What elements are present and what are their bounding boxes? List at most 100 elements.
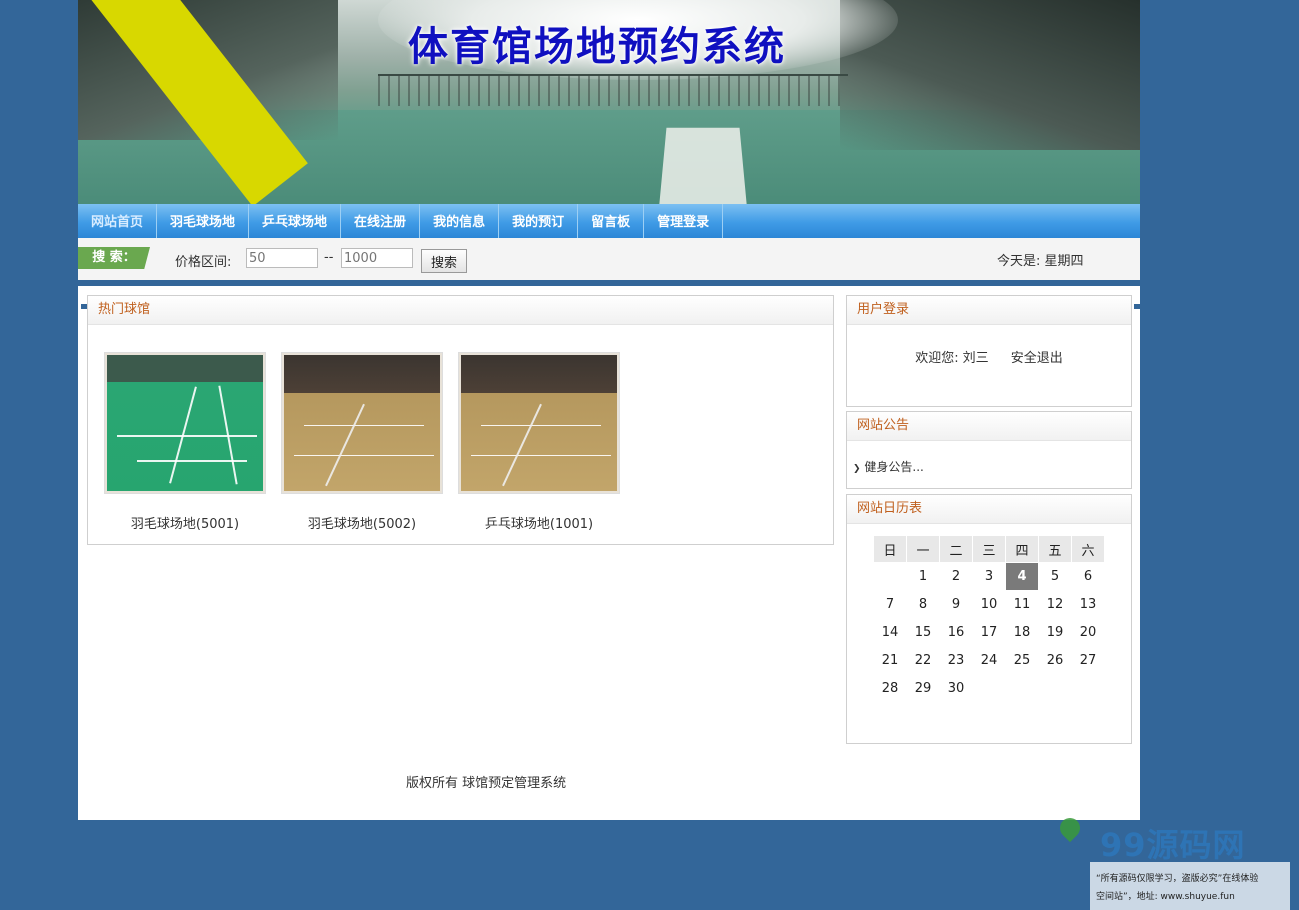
- notice-link[interactable]: 健身公告...: [864, 460, 923, 474]
- panel-title: 网站日历表: [847, 495, 1131, 524]
- calendar-day[interactable]: 15: [907, 619, 939, 646]
- calendar-day[interactable]: 20: [1072, 619, 1104, 646]
- calendar-day[interactable]: 4: [1006, 563, 1038, 590]
- calendar-day[interactable]: 29: [907, 675, 939, 702]
- notice-item[interactable]: ❯ 健身公告...: [853, 458, 1131, 475]
- weekday-header: 四: [1006, 536, 1038, 562]
- calendar-weekday-row: 日 一 二 三 四 五 六: [874, 536, 1104, 562]
- site-title: 体育馆场地预约系统: [408, 24, 786, 70]
- calendar-empty-cell: [1006, 675, 1038, 702]
- calendar-empty-cell: [1072, 675, 1104, 702]
- calendar-day[interactable]: 13: [1072, 591, 1104, 618]
- search-button[interactable]: 搜索: [421, 249, 467, 273]
- calendar-day[interactable]: 18: [1006, 619, 1038, 646]
- court-card[interactable]: 乒乓球场地(1001): [459, 353, 619, 532]
- edge-marker-right: [1134, 304, 1140, 309]
- calendar-day[interactable]: 2: [940, 563, 972, 590]
- nav-item-my-info[interactable]: 我的信息: [420, 204, 500, 238]
- panel-title: 网站公告: [847, 412, 1131, 441]
- calendar-empty-cell: [1039, 675, 1071, 702]
- court-name[interactable]: 乒乓球场地(1001): [459, 513, 619, 532]
- nav-item-register[interactable]: 在线注册: [341, 204, 421, 238]
- calendar-day[interactable]: 6: [1072, 563, 1104, 590]
- range-dash: --: [324, 250, 334, 265]
- calendar-day[interactable]: 3: [973, 563, 1005, 590]
- calendar-day[interactable]: 23: [940, 647, 972, 674]
- divider: [78, 280, 1140, 286]
- calendar-day[interactable]: 27: [1072, 647, 1104, 674]
- calendar-day[interactable]: 11: [1006, 591, 1038, 618]
- calendar-week-row: 14 15 16 17 18 19 20: [874, 619, 1104, 646]
- calendar-week-row: 123456: [874, 563, 1104, 590]
- main-nav: 网站首页 羽毛球场地 乒乓球场地 在线注册 我的信息 我的预订 留言板 管理登录: [78, 204, 1140, 238]
- welcome-label: 欢迎您:: [915, 351, 959, 366]
- calendar-empty-cell: [874, 563, 906, 590]
- price-min-input[interactable]: [246, 248, 318, 268]
- calendar-day[interactable]: 22: [907, 647, 939, 674]
- nav-item-my-bookings[interactable]: 我的预订: [499, 204, 579, 238]
- nav-item-badminton[interactable]: 羽毛球场地: [157, 204, 250, 238]
- court-thumbnail[interactable]: [105, 353, 265, 493]
- court-name[interactable]: 羽毛球场地(5002): [282, 513, 442, 532]
- court-card[interactable]: 羽毛球场地(5001): [105, 353, 265, 532]
- calendar-day[interactable]: 26: [1039, 647, 1071, 674]
- header-banner: 体育馆场地预约系统: [78, 0, 1140, 204]
- watermark-logo: 99源码网: [1100, 826, 1246, 864]
- calendar-day[interactable]: 30: [940, 675, 972, 702]
- calendar-day[interactable]: 17: [973, 619, 1005, 646]
- court-thumbnail[interactable]: [282, 353, 442, 493]
- court-card[interactable]: 羽毛球场地(5002): [282, 353, 442, 532]
- calendar-day[interactable]: 24: [973, 647, 1005, 674]
- calendar-day[interactable]: 21: [874, 647, 906, 674]
- calendar-day[interactable]: 25: [1006, 647, 1038, 674]
- calendar-day[interactable]: 10: [973, 591, 1005, 618]
- calendar-empty-cell: [973, 675, 1005, 702]
- today-weekday: 今天是: 星期四: [997, 254, 1084, 269]
- court-thumbnail[interactable]: [459, 353, 619, 493]
- calendar-day[interactable]: 8: [907, 591, 939, 618]
- calendar-week-row: 7 8 9 10 11 12 13: [874, 591, 1104, 618]
- calendar-day[interactable]: 28: [874, 675, 906, 702]
- price-range-label: 价格区间:: [175, 255, 232, 270]
- calendar-panel: 网站日历表 日 一 二 三 四 五 六 1 2 3 4 5 6 7 8 9 10 11 12 13 14 1…: [846, 494, 1132, 744]
- calendar-day[interactable]: 7: [874, 591, 906, 618]
- calendar-day[interactable]: 1: [907, 563, 939, 590]
- price-max-input[interactable]: [341, 248, 413, 268]
- calendar-day[interactable]: 5: [1039, 563, 1071, 590]
- site-notice-panel: 网站公告 ❯ 健身公告...: [846, 411, 1132, 489]
- nav-item-message-board[interactable]: 留言板: [578, 204, 645, 238]
- weekday-header: 二: [940, 536, 972, 562]
- calendar-day[interactable]: 14: [874, 619, 906, 646]
- logout-link[interactable]: 安全退出: [1011, 351, 1063, 366]
- calendar-day[interactable]: 9: [940, 591, 972, 618]
- login-status: 欢迎您: 刘三 安全退出: [847, 347, 1131, 366]
- watermark-line: 空间站”，地址: www.shuyue.fun: [1096, 892, 1235, 902]
- weekday-header: 三: [973, 536, 1005, 562]
- nav-item-admin-login[interactable]: 管理登录: [644, 204, 724, 238]
- calendar-day[interactable]: 16: [940, 619, 972, 646]
- calendar-week-row: 21 22 23 24 25 26 27: [874, 647, 1104, 674]
- watermark-box: “所有源码仅限学习，盗版必究”在线体验 空间站”，地址: www.shuyue.…: [1090, 862, 1290, 910]
- weekday-header: 六: [1072, 536, 1104, 562]
- weekday-header: 一: [907, 536, 939, 562]
- panel-title: 用户登录: [847, 296, 1131, 325]
- search-tag: 搜 索：: [78, 247, 150, 269]
- footer-copyright: 版权所有 球馆预定管理系统: [406, 776, 567, 791]
- page-container: 体育馆场地预约系统 网站首页 羽毛球场地 乒乓球场地 在线注册 我的信息 我的预…: [78, 0, 1140, 820]
- weekday-header: 日: [874, 536, 906, 562]
- user-login-panel: 用户登录 欢迎您: 刘三 安全退出: [846, 295, 1132, 407]
- watermark-line: “所有源码仅限学习，盗版必究”在线体验: [1096, 874, 1259, 884]
- nav-item-home[interactable]: 网站首页: [78, 204, 158, 238]
- calendar-table: 日 一 二 三 四 五 六 1 2 3 4 5 6 7 8 9 10 11 12 13 14 15 16 17 1…: [873, 535, 1105, 703]
- calendar-day[interactable]: 19: [1039, 619, 1071, 646]
- weekday-header: 五: [1039, 536, 1071, 562]
- court-name[interactable]: 羽毛球场地(5001): [105, 513, 265, 532]
- hot-courts-panel: 热门球馆 羽毛球场地(5001) 羽毛球场地(5002) 乒乓球场地(1001): [87, 295, 834, 545]
- calendar-week-row: 28 29 30: [874, 675, 1104, 702]
- panel-title: 热门球馆: [88, 296, 833, 325]
- bullet-arrow-icon: ❯: [853, 464, 861, 474]
- search-bar: 搜 索： 价格区间: -- 搜索 今天是: 星期四: [78, 238, 1140, 280]
- nav-item-pingpong[interactable]: 乒乓球场地: [249, 204, 342, 238]
- username: 刘三: [962, 351, 989, 366]
- calendar-day[interactable]: 12: [1039, 591, 1071, 618]
